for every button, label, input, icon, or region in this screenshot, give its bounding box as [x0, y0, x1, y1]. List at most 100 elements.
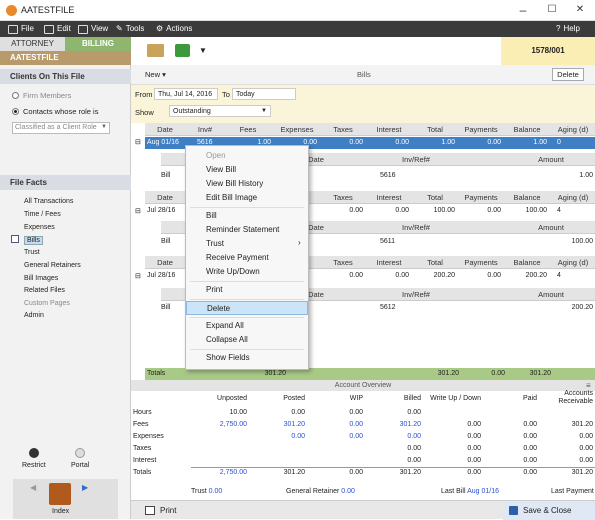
index-book-icon[interactable]	[49, 483, 71, 505]
ov-row-label: Hours	[133, 409, 152, 416]
client-role-select[interactable]: Classified as a Client Role ▼	[12, 122, 110, 134]
menu-tools[interactable]: ✎ Tools	[116, 21, 144, 37]
ov-cell: 0.00	[407, 445, 421, 452]
ov-cell[interactable]: 301.20	[259, 421, 305, 428]
menu-item-show-fields[interactable]: Show Fields	[186, 351, 308, 365]
fact-time-fees[interactable]: Time / Fees	[24, 211, 61, 218]
row-taxes: 0.00	[349, 207, 363, 214]
menu-view[interactable]: View	[78, 21, 108, 37]
from-date-input[interactable]: Thu, Jul 14, 2016	[154, 88, 218, 100]
col-aging[interactable]: Aging (d)	[551, 123, 595, 136]
new-folder-icon[interactable]	[147, 44, 164, 57]
account-overview: Account Overview ≡ Unposted Posted WIP B…	[131, 380, 595, 500]
portal-icon[interactable]	[75, 448, 85, 458]
col-inv[interactable]: Inv#	[190, 123, 220, 136]
fact-admin[interactable]: Admin	[24, 312, 44, 319]
fact-related-files[interactable]: Related Files	[24, 287, 65, 294]
menu-item-reminder-statement[interactable]: Reminder Statement	[186, 223, 308, 237]
radio-contacts[interactable]	[12, 108, 19, 115]
fact-general-retainers[interactable]: General Retainers	[24, 262, 81, 269]
tab-billing[interactable]: BILLING	[65, 37, 131, 51]
submenu-arrow-icon: ›	[298, 238, 301, 247]
show-select[interactable]: Outstanding ▼	[169, 105, 271, 117]
menu-actions[interactable]: ⚙ Actions	[156, 21, 192, 37]
edit-icon	[44, 24, 54, 34]
menu-item-receive-payment[interactable]: Receive Payment	[186, 251, 308, 265]
show-label: Show	[135, 108, 154, 117]
transfer-icon[interactable]	[175, 44, 190, 57]
menu-file[interactable]: File	[8, 21, 34, 37]
fact-all-transactions[interactable]: All Transactions	[24, 198, 73, 205]
print-icon[interactable]	[145, 506, 155, 515]
ov-cell[interactable]: 301.20	[375, 421, 421, 428]
row-date: Aug 01/16	[147, 139, 179, 146]
tab-attorney[interactable]: ATTORNEY	[0, 37, 65, 51]
col-total[interactable]: Total	[413, 123, 457, 136]
col-balance[interactable]: Balance	[505, 123, 549, 136]
client-role-value: Classified as a Client Role	[15, 124, 97, 131]
ov-cell[interactable]: 0.00	[317, 421, 363, 428]
menu-edit[interactable]: Edit	[44, 21, 71, 37]
menu-divider	[190, 207, 304, 208]
ov-cell[interactable]: 2,750.00	[201, 469, 247, 476]
col-fees[interactable]: Fees	[223, 123, 273, 136]
ov-cell[interactable]: 2,750.00	[201, 421, 247, 428]
fact-expenses[interactable]: Expenses	[24, 224, 55, 231]
portal-label: Portal	[71, 462, 90, 469]
col-interest[interactable]: Interest	[367, 123, 411, 136]
ov-cell: 0.00	[523, 433, 537, 440]
minimize-button[interactable]: –	[512, 2, 534, 18]
arrow-left-icon[interactable]: ◀	[30, 483, 36, 492]
col-taxes[interactable]: Taxes	[321, 123, 365, 136]
ov-cell[interactable]: 0.00	[317, 433, 363, 440]
ov-cell[interactable]: 0.00	[259, 433, 305, 440]
print-button[interactable]: Print	[160, 506, 176, 515]
fact-trust[interactable]: Trust	[24, 249, 40, 256]
restrict-icon[interactable]	[29, 448, 39, 458]
ov-col-wip: WIP	[349, 395, 363, 402]
bottom-bar: Print Save & Close	[131, 500, 595, 520]
chevron-down-icon: ▼	[101, 124, 107, 130]
window-title: AATESTFILE	[21, 5, 75, 15]
collapse-icon[interactable]: ⊟	[135, 272, 141, 280]
context-menu: Open View Bill View Bill History Edit Bi…	[185, 145, 309, 370]
fact-bills[interactable]: Bills	[24, 236, 43, 245]
fact-bill-images[interactable]: Bill Images	[24, 275, 58, 282]
save-icon[interactable]	[509, 506, 518, 515]
collapse-icon[interactable]: ⊟	[135, 207, 141, 215]
radio-firm-members[interactable]	[12, 92, 19, 99]
bills-icon	[11, 235, 19, 243]
maximize-button[interactable]: ☐	[541, 2, 563, 18]
menu-item-bill[interactable]: Bill	[186, 209, 308, 223]
fact-custom-pages[interactable]: Custom Pages	[24, 300, 70, 307]
delete-button[interactable]: Delete	[552, 68, 584, 81]
sub-type: Bill	[161, 172, 171, 179]
menu-item-delete[interactable]: Delete	[186, 301, 308, 315]
menu-item-write-up-down[interactable]: Write Up/Down	[186, 265, 308, 279]
col-taxes: Taxes	[333, 258, 353, 267]
collapse-icon[interactable]: ⊟	[135, 138, 141, 146]
ov-col-writeup: Write Up / Down	[430, 395, 481, 402]
menu-item-trust[interactable]: Trust	[186, 237, 308, 251]
menu-item-open[interactable]: Open	[186, 149, 308, 163]
close-button[interactable]: ✕	[569, 2, 591, 18]
ov-row-label: Totals	[133, 469, 152, 476]
col-expenses[interactable]: Expenses	[275, 123, 319, 136]
menu-item-view-bill[interactable]: View Bill	[186, 163, 308, 177]
menu-item-edit-bill-image[interactable]: Edit Bill Image	[186, 191, 308, 205]
arrow-right-icon[interactable]: ▶	[82, 483, 88, 492]
filter-icon[interactable]: ≡	[586, 381, 591, 390]
menu-item-view-bill-history[interactable]: View Bill History	[186, 177, 308, 191]
to-date-input[interactable]: Today	[232, 88, 296, 100]
ov-cell[interactable]: 0.00	[375, 433, 421, 440]
save-close-button[interactable]: Save & Close	[523, 506, 571, 515]
menu-help[interactable]: ? Help	[556, 21, 580, 37]
toolbar-dropdown-icon[interactable]: ▼	[199, 46, 207, 55]
menu-item-print[interactable]: Print	[186, 283, 308, 297]
new-button[interactable]: New ▾	[145, 70, 166, 79]
col-date[interactable]: Date	[145, 123, 185, 136]
menu-item-expand-all[interactable]: Expand All	[186, 319, 308, 333]
sub-col-ref: Inv/Ref#	[402, 155, 430, 164]
col-payments[interactable]: Payments	[459, 123, 503, 136]
menu-item-collapse-all[interactable]: Collapse All	[186, 333, 308, 347]
